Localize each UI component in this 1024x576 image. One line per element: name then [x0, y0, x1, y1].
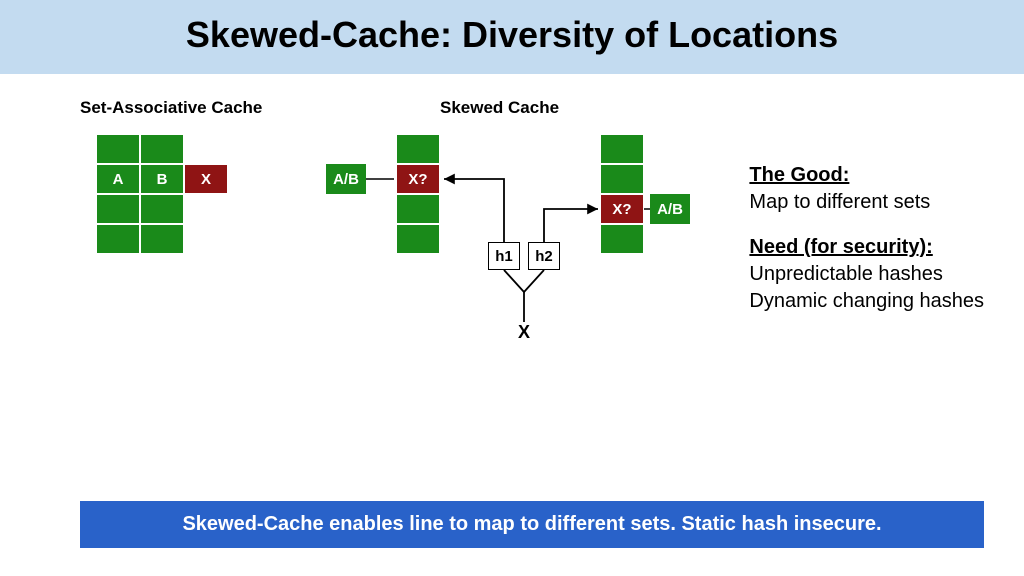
cache-cell-X: X	[184, 164, 228, 194]
cache-cell	[396, 134, 440, 164]
cache-cell	[600, 164, 644, 194]
skewed-col1: X?	[396, 134, 440, 254]
footer-summary: Skewed-Cache enables line to map to diff…	[80, 501, 984, 548]
skewed-col2: X?	[600, 134, 644, 254]
side-notes: The Good: Map to different sets Need (fo…	[749, 162, 984, 315]
ab-tag-left: A/B	[326, 164, 366, 194]
good-body: Map to different sets	[749, 189, 984, 216]
need-header: Need (for security):	[749, 236, 932, 258]
cache-cell	[140, 194, 184, 224]
cache-cell-Xq1: X?	[396, 164, 440, 194]
cache-cell-Xq2: X?	[600, 194, 644, 224]
hash-h2: h2	[528, 242, 560, 270]
good-header: The Good:	[749, 164, 849, 186]
cache-cell	[600, 224, 644, 254]
cache-cell	[140, 224, 184, 254]
cache-cell	[396, 224, 440, 254]
cache-cell	[96, 194, 140, 224]
need-line1: Unpredictable hashes	[749, 261, 984, 288]
cache-cell	[600, 134, 644, 164]
title-bar: Skewed-Cache: Diversity of Locations	[0, 0, 1024, 74]
hash-h1: h1	[488, 242, 520, 270]
cache-cell-B: B	[140, 164, 184, 194]
need-line2: Dynamic changing hashes	[749, 288, 984, 315]
slide-title: Skewed-Cache: Diversity of Locations	[0, 14, 1024, 56]
label-skewed: Skewed Cache	[440, 98, 559, 118]
diagram-area: Set-Associative Cache Skewed Cache A B X…	[0, 74, 1024, 484]
setassoc-col1: A	[96, 134, 140, 254]
label-set-assoc: Set-Associative Cache	[80, 98, 262, 118]
cache-cell	[396, 194, 440, 224]
cache-cell	[96, 224, 140, 254]
ab-tag-right: A/B	[650, 194, 690, 224]
input-X: X	[518, 322, 530, 343]
cache-cell	[140, 134, 184, 164]
cache-cell	[96, 134, 140, 164]
cache-cell-A: A	[96, 164, 140, 194]
setassoc-col2: B	[140, 134, 184, 254]
